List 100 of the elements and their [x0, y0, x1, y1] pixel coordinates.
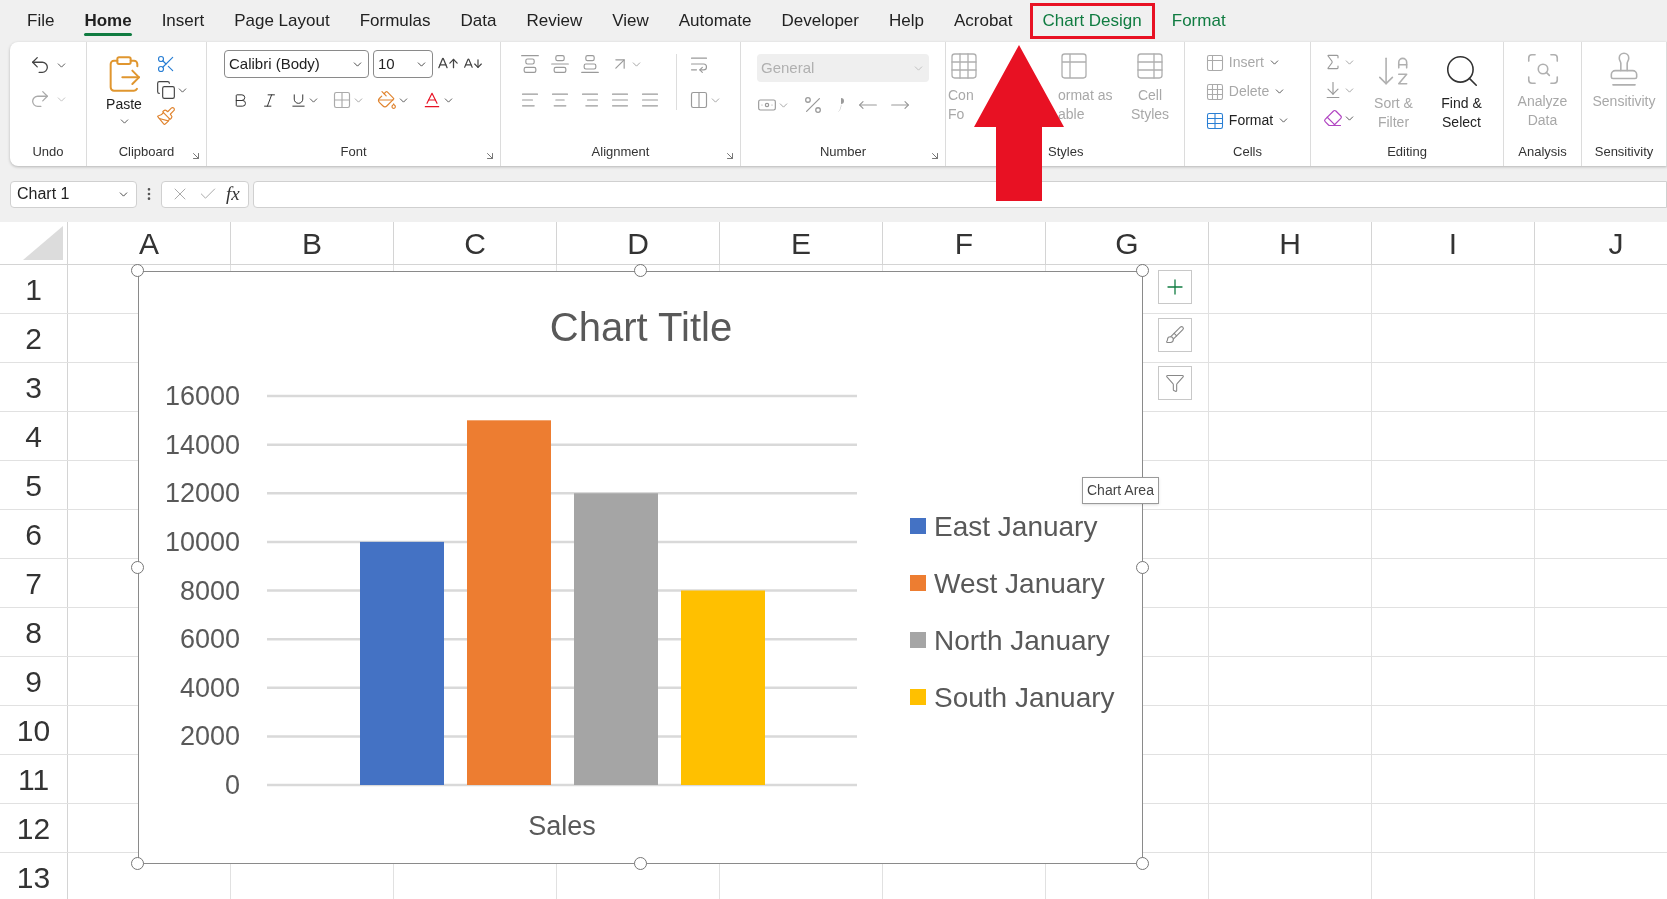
ribbon-tab[interactable]: File	[14, 3, 68, 39]
ribbon-button[interactable]: Find & Select	[1431, 52, 1492, 132]
underline-icon[interactable]	[290, 91, 307, 109]
dialog-launcher-icon[interactable]	[724, 150, 736, 162]
formula-input[interactable]	[252, 180, 1667, 208]
group-label: Number	[819, 145, 867, 158]
group-label: Cells	[1233, 145, 1262, 158]
group-label: Undo	[32, 145, 64, 158]
row-header[interactable]: 3	[0, 363, 68, 411]
row-header[interactable]: 1	[0, 265, 68, 313]
column-header[interactable]: H	[1209, 222, 1372, 264]
font-color-icon[interactable]	[422, 90, 442, 110]
row-header[interactable]: 6	[0, 510, 68, 558]
copy-icon[interactable]	[156, 80, 176, 100]
dialog-launcher-icon[interactable]	[484, 150, 496, 162]
row-header[interactable]: 4	[0, 412, 68, 460]
axis-tick-label: 4000	[179, 672, 240, 703]
filter-icon	[1165, 373, 1185, 393]
row-header[interactable]: 10	[0, 706, 68, 754]
comma-style-icon[interactable]	[836, 96, 846, 114]
column-header[interactable]: C	[394, 222, 557, 264]
legend-swatch	[910, 632, 926, 648]
top-align-icon[interactable]	[519, 54, 540, 74]
chart-filters-button[interactable]	[1158, 366, 1192, 400]
ribbon-tab[interactable]: View	[599, 3, 662, 39]
ribbon-tab[interactable]: Page Layout	[221, 3, 343, 39]
ribbon-tab[interactable]: Formulas	[346, 3, 444, 39]
insert-cells-icon	[1204, 52, 1225, 73]
group-label: Sensitivity	[1594, 145, 1654, 158]
dialog-launcher-icon[interactable]	[929, 150, 941, 162]
row-header[interactable]: 7	[0, 559, 68, 607]
brush-icon	[1165, 325, 1185, 345]
axis-tick-label: 6000	[179, 624, 240, 655]
ribbon-tab[interactable]: Acrobat	[940, 3, 1026, 39]
name-box[interactable]: Chart 1	[10, 180, 137, 208]
group-label: Clipboard	[118, 145, 175, 158]
table-icon	[1058, 50, 1090, 82]
row-header[interactable]: 12	[0, 804, 68, 852]
axis-tick-label: 14000	[164, 429, 240, 460]
group-label: Analysis	[1518, 145, 1567, 158]
legend-label: East January	[934, 511, 1098, 542]
row-header[interactable]: 5	[0, 461, 68, 509]
ribbon-tab[interactable]: Chart Design	[1029, 3, 1155, 39]
column-header[interactable]: D	[557, 222, 720, 264]
axis-tick-label: 8000	[179, 575, 240, 606]
clear-icon[interactable]	[1322, 108, 1343, 128]
column-header[interactable]: J	[1535, 222, 1667, 264]
group-label: Editing	[1387, 145, 1427, 158]
legend-label: North January	[934, 625, 1110, 656]
table-icon	[1134, 50, 1166, 82]
ribbon-tab[interactable]: Insert	[148, 3, 218, 39]
ribbon-tab[interactable]: Format	[1158, 3, 1239, 39]
ribbon-tab[interactable]: Automate	[665, 3, 765, 39]
chart-elements-button[interactable]	[1158, 270, 1192, 304]
chart-styles-button[interactable]	[1158, 318, 1192, 352]
cut-icon[interactable]	[156, 54, 176, 74]
middle-align-icon[interactable]	[549, 54, 570, 74]
dialog-launcher-icon[interactable]	[190, 150, 202, 162]
ribbon-button[interactable]: Format	[1204, 110, 1291, 131]
bottom-align-icon[interactable]	[579, 54, 600, 74]
ribbon-tab[interactable]: Review	[513, 3, 596, 39]
row-header[interactable]: 11	[0, 755, 68, 803]
legend-swatch	[910, 575, 926, 591]
chart-title: Chart Title	[549, 305, 733, 349]
legend-label: South January	[934, 682, 1115, 713]
font-size-dropdown[interactable]: 10	[373, 50, 433, 78]
axis-tick-label: 12000	[164, 478, 240, 509]
column-header[interactable]: A	[68, 222, 231, 264]
ribbon-tab[interactable]: Data	[447, 3, 510, 39]
ribbon-tab[interactable]: Home	[71, 3, 145, 39]
resize-handle[interactable]	[131, 857, 144, 870]
column-header[interactable]: E	[720, 222, 883, 264]
merge-icon[interactable]	[688, 90, 709, 110]
column-header[interactable]: G	[1046, 222, 1209, 264]
fill-color-icon[interactable]	[377, 90, 397, 110]
row-header[interactable]: 2	[0, 314, 68, 362]
category-label: Sales	[528, 811, 596, 841]
column-header[interactable]: F	[883, 222, 1046, 264]
column-header[interactable]: I	[1372, 222, 1535, 264]
grid-icon	[948, 50, 980, 82]
row-header[interactable]: 13	[0, 853, 68, 899]
column-header[interactable]: B	[231, 222, 394, 264]
italic-icon[interactable]	[261, 91, 278, 109]
paste-button[interactable]: Paste	[104, 54, 144, 128]
delete-cells-icon	[1204, 81, 1225, 102]
percent-icon[interactable]	[802, 94, 824, 116]
row-header[interactable]: 9	[0, 657, 68, 705]
row-header[interactable]: 8	[0, 608, 68, 656]
legend-label: West January	[934, 568, 1105, 599]
font-name-dropdown[interactable]: Calibri (Body)	[224, 50, 369, 78]
ribbon-tab[interactable]: Developer	[768, 3, 872, 39]
insert-function-button[interactable]: fx	[226, 179, 240, 209]
group-label: Font	[340, 145, 367, 158]
table-icon	[1204, 110, 1225, 131]
resize-handle[interactable]	[1136, 857, 1149, 870]
borders-icon[interactable]	[332, 90, 352, 110]
ribbon-tab[interactable]: Help	[876, 3, 937, 39]
legend-swatch	[910, 518, 926, 534]
group-label: Alignment	[591, 145, 650, 158]
format-painter-icon[interactable]	[156, 106, 176, 126]
